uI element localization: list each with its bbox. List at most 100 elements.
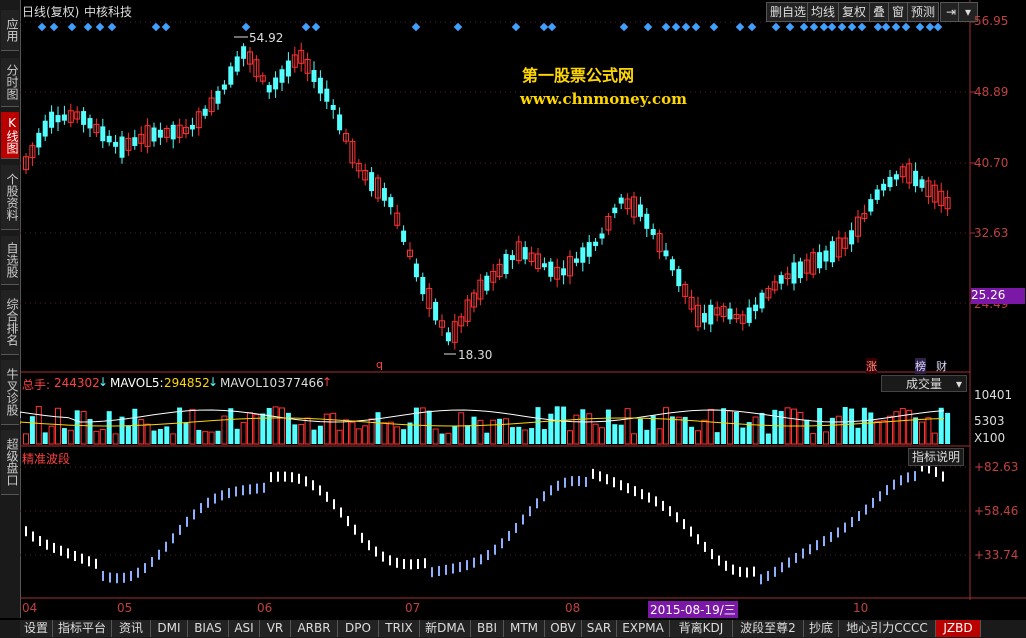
tab-jzbd[interactable]: JZBD bbox=[936, 620, 981, 637]
volume-bar bbox=[931, 432, 938, 445]
volume-bar bbox=[842, 407, 848, 444]
marker-diamond-icon bbox=[67, 22, 77, 32]
volume-bar bbox=[426, 410, 432, 444]
candle-body bbox=[509, 255, 515, 261]
window-button[interactable]: 窗 bbox=[888, 2, 909, 22]
marker-diamond-icon bbox=[809, 22, 819, 32]
volume-bar bbox=[61, 428, 67, 444]
volume-bar bbox=[29, 416, 35, 444]
sidebar-tab-kline[interactable]: K线图 bbox=[1, 112, 19, 159]
tab-band-supreme[interactable]: 波段至尊2 bbox=[733, 620, 804, 637]
sidebar-tab-diagnosis[interactable]: 牛叉诊股 bbox=[1, 360, 19, 425]
volume-bar bbox=[899, 408, 906, 445]
month-label: 08 bbox=[565, 601, 581, 615]
volume-bar bbox=[183, 422, 189, 444]
sidebar-tab-ranking[interactable]: 综合排名 bbox=[1, 290, 19, 355]
mavol5-label: MAVOL5: bbox=[110, 376, 164, 390]
volume-bar bbox=[913, 417, 919, 444]
indicator-axis-label: +58.46 bbox=[974, 504, 1019, 518]
tab-asi[interactable]: ASI bbox=[229, 620, 260, 637]
sidebar-tab-level2[interactable]: 超级盘口 bbox=[1, 430, 19, 495]
indicator-help-button[interactable]: 指标说明 bbox=[908, 448, 965, 466]
volume-bar bbox=[592, 423, 599, 445]
marker-diamond-icon bbox=[681, 22, 691, 32]
marker-diamond-icon bbox=[83, 22, 93, 32]
tab-bottom-fishing[interactable]: 抄底 bbox=[804, 620, 839, 637]
candle-body bbox=[746, 307, 752, 323]
arrow-up-icon: ↑ bbox=[322, 375, 333, 389]
sidebar-tab-watchlist[interactable]: 自选股 bbox=[1, 236, 19, 285]
candle-body bbox=[202, 108, 208, 116]
tab-obv[interactable]: OBV bbox=[545, 620, 582, 637]
candle-body bbox=[919, 179, 925, 188]
volume-selector[interactable]: 成交量 ▾ bbox=[881, 375, 967, 392]
tab-indicator-platform[interactable]: 指标平台 bbox=[53, 620, 112, 637]
volume-bar bbox=[707, 408, 714, 445]
tab-new-dma[interactable]: 新DMA bbox=[420, 620, 471, 637]
candle-body bbox=[548, 261, 554, 277]
sidebar-tab-profile[interactable]: 个股资料 bbox=[1, 165, 19, 230]
volume-bar bbox=[35, 405, 42, 445]
forecast-button[interactable]: 预测 bbox=[907, 2, 940, 22]
marker-diamond-icon bbox=[827, 22, 837, 32]
remove-watchlist-button[interactable]: 删自选 bbox=[766, 2, 811, 22]
marker-diamond-icon bbox=[311, 22, 321, 32]
watermark-url: www.chnmoney.com bbox=[520, 90, 687, 108]
tab-news[interactable]: 资讯 bbox=[112, 620, 151, 637]
tab-arbr[interactable]: ARBR bbox=[291, 620, 338, 637]
tab-mtm[interactable]: MTM bbox=[504, 620, 545, 637]
candle-body bbox=[189, 124, 195, 130]
tab-trix[interactable]: TRIX bbox=[379, 620, 420, 637]
candle-body bbox=[241, 46, 247, 59]
volume-bar bbox=[215, 430, 221, 444]
volume-bar bbox=[695, 430, 701, 445]
tab-settings[interactable]: 设置 bbox=[20, 620, 53, 637]
candle-body bbox=[266, 85, 272, 93]
sidebar-tab-intraday[interactable]: 分时图 bbox=[1, 58, 19, 107]
volume-bar bbox=[55, 407, 61, 445]
marker-diamond-icon bbox=[933, 22, 943, 32]
tab-expma[interactable]: EXPMA bbox=[617, 620, 670, 637]
volume-bar bbox=[67, 429, 74, 445]
candle-body bbox=[337, 114, 343, 131]
volume-bar bbox=[561, 406, 567, 444]
tab-bbi[interactable]: BBI bbox=[471, 620, 504, 637]
tab-divergence-kdj[interactable]: 背离KDJ bbox=[670, 620, 733, 637]
candle-body bbox=[330, 105, 336, 110]
tab-dmi[interactable]: DMI bbox=[151, 620, 188, 637]
volume-bar bbox=[74, 410, 80, 444]
indicator-axis-label: +33.74 bbox=[974, 548, 1019, 562]
marker-diamond-icon bbox=[925, 22, 935, 32]
candle-body bbox=[381, 188, 387, 201]
volume-bar bbox=[599, 427, 605, 445]
marker-diamond-icon bbox=[49, 22, 59, 32]
tab-bias[interactable]: BIAS bbox=[188, 620, 229, 637]
sidebar-tab-app[interactable]: 应用 bbox=[1, 10, 19, 51]
ma-button[interactable]: 均线 bbox=[807, 2, 840, 22]
volume-bar bbox=[401, 429, 407, 444]
candle-body bbox=[369, 172, 375, 192]
overlay-button[interactable]: 叠 bbox=[869, 2, 890, 22]
volume-axis-label: 10401 bbox=[974, 388, 1013, 402]
volume-bar bbox=[631, 433, 637, 445]
candle-body bbox=[829, 241, 835, 263]
arrow-down-icon: ↓ bbox=[208, 375, 219, 389]
volume-bar bbox=[567, 430, 573, 445]
tab-vr[interactable]: VR bbox=[260, 620, 291, 637]
marker-diamond-icon bbox=[241, 22, 251, 32]
candle-body bbox=[170, 124, 176, 140]
volume-axis-label: X100 bbox=[974, 431, 1006, 445]
volume-bar bbox=[48, 425, 55, 445]
volume-bar bbox=[458, 412, 465, 445]
candle-body bbox=[100, 126, 106, 142]
volume-bar bbox=[682, 416, 688, 444]
adjust-button[interactable]: 复权 bbox=[838, 2, 871, 22]
volume-bar bbox=[240, 421, 247, 445]
volume-bar bbox=[925, 417, 932, 445]
marker-diamond-icon bbox=[95, 22, 105, 32]
tab-dpo[interactable]: DPO bbox=[338, 620, 379, 637]
candle-body bbox=[221, 84, 227, 90]
tab-gravity[interactable]: 地心引力CCCC bbox=[839, 620, 936, 637]
volume-bar bbox=[765, 433, 771, 444]
tab-sar[interactable]: SAR bbox=[582, 620, 617, 637]
